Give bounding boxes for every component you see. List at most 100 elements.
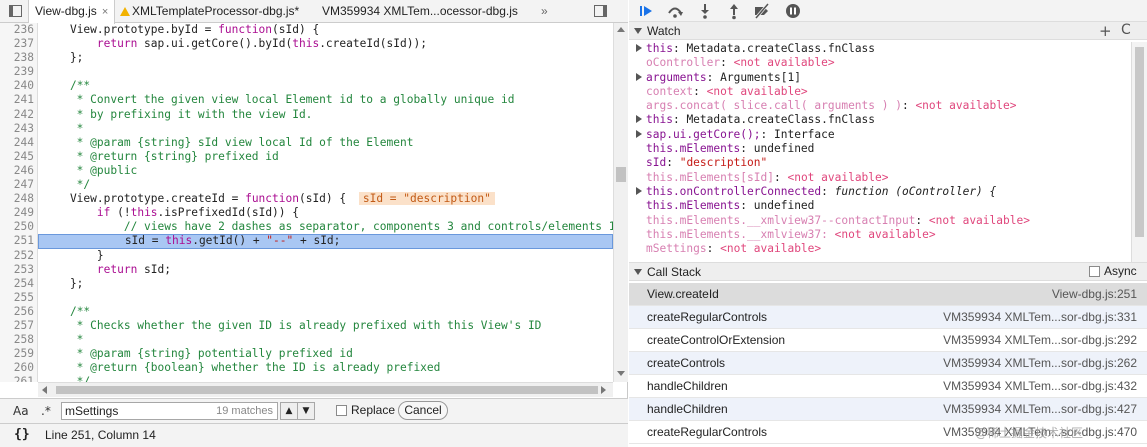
line-number[interactable]: 238 (0, 51, 38, 66)
tab-view-dbg[interactable]: View-dbg.js × (28, 0, 116, 24)
watch-expression[interactable]: sap.ui.getCore();: Interface (629, 128, 1131, 142)
watch-expression[interactable]: args.concat( slice.call( arguments ) ): … (629, 99, 1131, 113)
tab-vm359934[interactable]: VM359934 XMLTem...ocessor-dbg.js (322, 0, 518, 23)
editor-horizontal-scrollbar[interactable] (38, 382, 613, 397)
scroll-thumb[interactable] (616, 167, 626, 182)
code-line[interactable]: 236 View.prototype.byId = function(sId) … (0, 23, 613, 38)
code-line[interactable]: 240 /** (0, 79, 613, 94)
watch-expression[interactable]: sId: "description" (629, 156, 1131, 170)
code-line[interactable]: 254 }; (0, 276, 613, 291)
callstack-frame[interactable]: handleChildren VM359934 XMLTem...sor-dbg.… (629, 398, 1147, 421)
code-line[interactable]: 255 (0, 290, 613, 305)
code-line[interactable]: 243 * (0, 121, 613, 136)
code-line[interactable]: 245 * @return {string} prefixed id (0, 149, 613, 164)
frame-location[interactable]: View-dbg.js:251 (1052, 283, 1137, 305)
line-number[interactable]: 261 (0, 375, 38, 382)
expand-triangle-icon[interactable] (636, 129, 642, 138)
resume-icon[interactable] (637, 2, 655, 20)
refresh-watch-icon[interactable]: C (1121, 22, 1131, 38)
scroll-thumb[interactable] (56, 386, 598, 394)
code-line[interactable]: 257 * Checks whether the given ID is alr… (0, 318, 613, 334)
toggle-debugger-icon[interactable] (594, 5, 607, 17)
callstack-frame[interactable]: createControls VM359934 XMLTem...sor-dbg.… (629, 352, 1147, 375)
line-number[interactable]: 236 (0, 23, 38, 38)
expand-triangle-icon[interactable] (636, 115, 642, 124)
code-line[interactable]: 261 */ (0, 375, 613, 382)
line-number[interactable]: 252 (0, 248, 38, 263)
scroll-down-icon[interactable] (617, 371, 625, 376)
frame-location[interactable]: VM359934 XMLTem...sor-dbg.js:432 (943, 375, 1137, 397)
line-number[interactable]: 242 (0, 107, 38, 122)
callstack-section-header[interactable]: Call Stack (629, 262, 1147, 281)
code-line[interactable]: 246 * @public (0, 163, 613, 179)
watch-expression[interactable]: context: <not available> (629, 85, 1131, 99)
code-line[interactable]: 256 /** (0, 304, 613, 319)
code-line[interactable]: 249 if (!this.isPrefixedId(sId)) { (0, 206, 613, 221)
step-out-icon[interactable] (725, 2, 743, 20)
tab-overflow-icon[interactable]: » (541, 0, 548, 23)
watch-expression[interactable]: this.mElements.__xmlview37: <not availab… (629, 228, 1131, 242)
line-number[interactable]: 250 (0, 220, 38, 235)
line-number[interactable]: 240 (0, 79, 38, 94)
watch-expression[interactable]: this: Metadata.createClass.fnClass (629, 113, 1131, 127)
frame-location[interactable]: VM359934 XMLTem...sor-dbg.js:331 (943, 306, 1137, 328)
step-into-icon[interactable] (696, 2, 714, 20)
expand-triangle-icon[interactable] (636, 186, 642, 195)
search-next-button[interactable]: ▼ (297, 402, 315, 420)
code-line[interactable]: 248 View.prototype.createId = function(s… (0, 192, 613, 207)
line-number[interactable]: 247 (0, 178, 38, 193)
line-number[interactable]: 258 (0, 333, 38, 348)
line-number[interactable]: 245 (0, 149, 38, 164)
watch-section-header[interactable]: Watch (629, 21, 1147, 40)
line-number[interactable]: 237 (0, 37, 38, 52)
line-number[interactable]: 260 (0, 361, 38, 376)
line-number[interactable]: 256 (0, 304, 38, 319)
search-input[interactable]: mSettings 19 matches (61, 402, 278, 420)
watch-expression[interactable]: this.mElements.__xmlview37--contactInput… (629, 214, 1131, 228)
scroll-thumb[interactable] (1135, 47, 1144, 237)
code-line[interactable]: 260 * @return {boolean} whether the ID i… (0, 361, 613, 376)
step-over-icon[interactable] (666, 2, 684, 20)
toggle-navigator-icon[interactable] (9, 5, 22, 17)
code-line[interactable]: 258 * (0, 333, 613, 348)
regex-toggle[interactable]: .* (41, 404, 51, 418)
code-line[interactable]: 241 * Convert the given view local Eleme… (0, 93, 613, 108)
search-previous-button[interactable]: ▲ (280, 402, 298, 420)
frame-location[interactable]: VM359934 XMLTem...sor-dbg.js:427 (943, 398, 1137, 420)
expand-triangle-icon[interactable] (636, 44, 642, 52)
line-number[interactable]: 253 (0, 262, 38, 277)
line-number[interactable]: 244 (0, 135, 38, 150)
line-number[interactable]: 241 (0, 93, 38, 108)
editor-vertical-scrollbar[interactable] (613, 23, 628, 382)
callstack-frame[interactable]: createRegularControls VM359934 XMLTem...s… (629, 306, 1147, 329)
code-line[interactable]: 237 return sap.ui.getCore().byId(this.cr… (0, 37, 613, 52)
cancel-button[interactable]: Cancel (398, 401, 448, 420)
callstack-frame[interactable]: View.createId View-dbg.js:251 (629, 283, 1147, 306)
code-line[interactable]: 242 * by prefixing it with the view Id. (0, 107, 613, 122)
watch-expression[interactable]: this.onControllerConnected: function (oC… (629, 185, 1131, 199)
async-checkbox[interactable] (1089, 266, 1100, 277)
code-line[interactable]: 252 } (0, 248, 613, 263)
line-number[interactable]: 239 (0, 65, 38, 80)
code-line[interactable]: 238 }; (0, 51, 613, 66)
expand-triangle-icon[interactable] (636, 72, 642, 81)
frame-location[interactable]: VM359934 XMLTem...sor-dbg.js:292 (943, 329, 1137, 351)
callstack-frame[interactable]: handleChildren VM359934 XMLTem...sor-dbg.… (629, 375, 1147, 398)
code-line[interactable]: 253 return sId; (0, 262, 613, 277)
add-watch-icon[interactable]: + (1099, 22, 1112, 40)
watch-expression[interactable]: this.mElements: undefined (629, 199, 1131, 213)
pause-on-exceptions-icon[interactable] (784, 2, 802, 20)
scroll-up-icon[interactable] (617, 27, 625, 32)
frame-location[interactable]: VM359934 XMLTem...sor-dbg.js:262 (943, 352, 1137, 374)
code-line[interactable]: 259 * @param {string} potentially prefix… (0, 347, 613, 362)
line-number[interactable]: 251 (0, 234, 38, 249)
code-editor[interactable]: 236 View.prototype.byId = function(sId) … (0, 23, 613, 382)
tab-xmltemplateprocessor[interactable]: XMLTemplateProcessor-dbg.js* (120, 0, 299, 23)
code-line[interactable]: 251 sId = this.getId() + "--" + sId; (0, 234, 613, 249)
line-number[interactable]: 254 (0, 276, 38, 291)
watch-expression[interactable]: this: Metadata.createClass.fnClass (629, 42, 1131, 56)
code-line[interactable]: 239 (0, 65, 613, 80)
replace-checkbox[interactable] (336, 405, 347, 416)
line-number[interactable]: 248 (0, 192, 38, 207)
pretty-print-button[interactable]: {} (14, 427, 30, 442)
